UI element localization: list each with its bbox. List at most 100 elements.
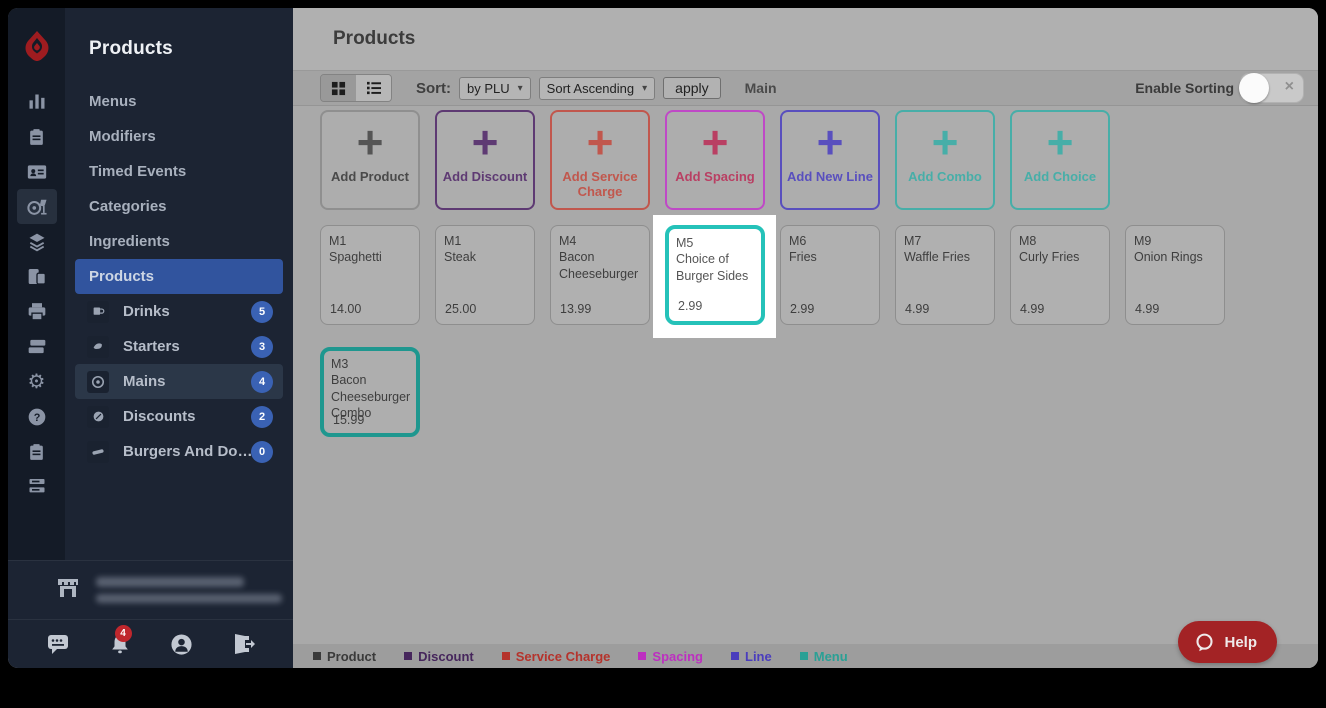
product-tile-m9-onion-rings[interactable]: M9 Onion Rings 4.99 [1125,225,1225,325]
add-combo-button[interactable]: + Add Combo [895,110,995,210]
tasks-clipboard-icon[interactable] [17,434,57,469]
add-discount-button[interactable]: + Add Discount [435,110,535,210]
sidebar-title: Products [65,8,293,84]
add-product-button[interactable]: + Add Product [320,110,420,210]
legend-item-discount: Discount [404,649,474,664]
product-tile-m6-fries[interactable]: M6 Fries 2.99 [780,225,880,325]
legend-item-menu: Menu [800,649,848,664]
add-button-label: Add Discount [440,170,531,185]
sidebar-item-products[interactable]: Products [75,259,283,294]
product-plu: M8 [1019,233,1101,249]
sidebar-subitem-burgers[interactable]: Burgers And Do… 0 [75,434,283,469]
legend-item-line: Line [731,649,772,664]
product-plu: M9 [1134,233,1216,249]
add-choice-button[interactable]: + Add Choice [1010,110,1110,210]
legend-label: Menu [814,649,848,664]
sort-label: Sort: [416,80,451,97]
sort-direction-value: Sort Ascending [547,81,634,96]
product-price: 4.99 [1135,301,1159,317]
sidebar-subitem-mains[interactable]: Mains 4 [75,364,283,399]
settings-gear-icon[interactable]: ⚙ [17,364,57,399]
toolbar-right: Enable Sorting × [1135,73,1304,103]
subitem-label: Burgers And Do… [123,443,252,460]
id-card-icon[interactable] [17,154,57,189]
count-badge: 2 [251,406,273,428]
product-price: 14.00 [330,301,361,317]
count-badge: 5 [251,301,273,323]
blurred-store-name [96,577,244,587]
subitem-label: Starters [123,338,180,355]
product-name: Steak [444,249,526,265]
sidebar-subitem-drinks[interactable]: Drinks 5 [75,294,283,329]
plus-icon: + [587,120,614,164]
add-service-charge-button[interactable]: + Add Service Charge [550,110,650,210]
add-new-line-button[interactable]: + Add New Line [780,110,880,210]
notifications-bell-icon[interactable]: 4 [109,633,131,656]
help-circle-icon[interactable]: ? [17,399,57,434]
add-buttons-row: + Add Product + Add Discount + Add Servi… [320,110,1110,210]
sidebar-panel: Products Menus Modifiers Timed Events Ca… [65,8,293,560]
sidebar-subitem-starters[interactable]: Starters 3 [75,329,283,364]
legend-item-service-charge: Service Charge [502,649,611,664]
help-button[interactable]: Help [1178,621,1277,663]
sort-by-select[interactable]: by PLU ▾ [459,77,531,100]
sidebar-item-menus[interactable]: Menus [65,84,293,119]
product-plu: M6 [789,233,871,249]
svg-text:?: ? [33,411,40,423]
help-bubble-icon [1194,632,1215,653]
close-icon[interactable]: × [1285,78,1294,96]
product-plu: M7 [904,233,986,249]
lightspeed-logo-icon[interactable] [17,26,57,66]
sidebar-item-ingredients[interactable]: Ingredients [65,224,293,259]
clipboard-icon[interactable] [17,119,57,154]
sort-direction-select[interactable]: Sort Ascending ▾ [539,77,655,100]
current-store-block[interactable] [8,560,293,620]
product-tile-m1-spaghetti[interactable]: M1 Spaghetti 14.00 [320,225,420,325]
product-plu: M5 [676,235,754,251]
stacked-rows-icon[interactable] [17,469,57,504]
sidebar-subitem-discounts[interactable]: Discounts 2 [75,399,283,434]
product-tile-m3-bacon-cheeseburger-combo[interactable]: M3 Bacon Cheeseburger Combo 15.99 [320,347,420,437]
grid-view-button[interactable] [321,75,356,101]
chevron-down-icon: ▾ [642,83,647,94]
enable-sorting-toggle[interactable]: × [1240,73,1304,103]
enable-sorting-label: Enable Sorting [1135,80,1234,96]
cards-icon[interactable] [17,329,57,364]
chat-icon[interactable] [46,633,70,655]
plus-icon: + [1047,120,1074,164]
product-tile-m4-bacon-cheeseburger[interactable]: M4 Bacon Cheeseburger 13.99 [550,225,650,325]
legend-label: Product [327,649,376,664]
sidebar-item-modifiers[interactable]: Modifiers [65,119,293,154]
sidebar-item-timed-events[interactable]: Timed Events [65,154,293,189]
product-tile-m1-steak[interactable]: M1 Steak 25.00 [435,225,535,325]
toggle-knob[interactable] [1239,73,1269,103]
toolbar: Sort: by PLU ▾ Sort Ascending ▾ apply Ma… [293,70,1318,106]
devices-icon[interactable] [17,259,57,294]
product-price: 4.99 [905,301,929,317]
discount-icon [87,406,109,428]
account-person-icon[interactable] [170,633,193,656]
legend-square [404,652,412,660]
legend-label: Spacing [652,649,703,664]
product-tile-m8-curly-fries[interactable]: M8 Curly Fries 4.99 [1010,225,1110,325]
store-icon [56,577,80,604]
starter-icon [87,336,109,358]
layers-icon[interactable] [17,224,57,259]
sidebar-item-categories[interactable]: Categories [65,189,293,224]
apply-button[interactable]: apply [663,77,720,99]
count-badge: 3 [251,336,273,358]
legend-square [731,652,739,660]
combo-row: M3 Bacon Cheeseburger Combo 15.99 [320,347,420,437]
menu-tab-main[interactable]: Main [745,80,777,96]
printer-icon[interactable] [17,294,57,329]
plus-icon: + [702,120,729,164]
notification-badge: 4 [115,625,132,642]
add-spacing-button[interactable]: + Add Spacing [665,110,765,210]
logout-icon[interactable] [232,633,256,655]
products-dish-icon[interactable] [17,189,57,224]
product-price: 13.99 [560,301,591,317]
reports-chart-icon[interactable] [17,84,57,119]
product-tile-m7-waffle-fries[interactable]: M7 Waffle Fries 4.99 [895,225,995,325]
product-tile-m5-choice-of-burger-sides[interactable]: M5 Choice of Burger Sides 2.99 [665,225,765,325]
list-view-button[interactable] [356,75,391,101]
